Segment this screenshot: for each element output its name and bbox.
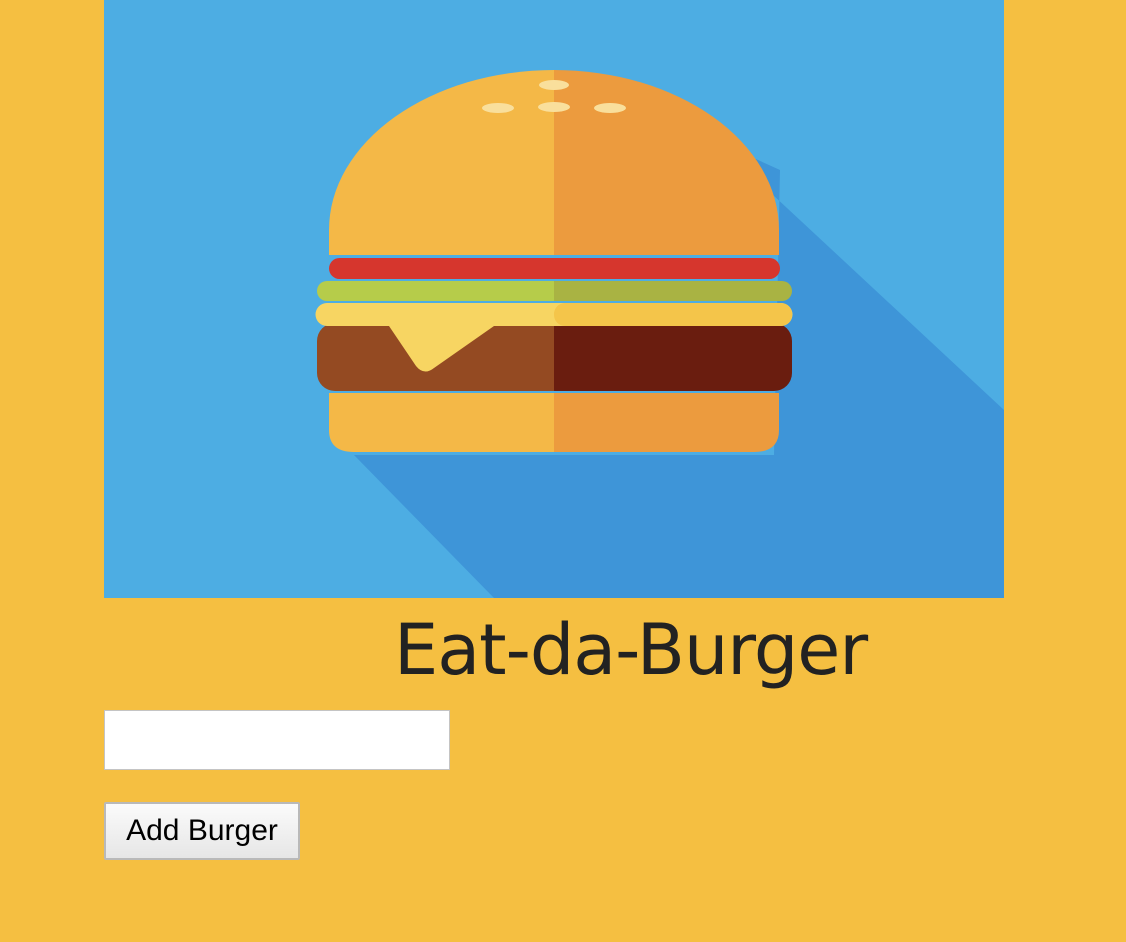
- bottom-bun: [329, 393, 779, 452]
- lettuce-layer: [317, 281, 792, 301]
- tomato-layer: [329, 258, 780, 279]
- add-burger-button[interactable]: Add Burger: [104, 802, 300, 860]
- burger-hero-image: [104, 0, 1004, 598]
- patty-layer: [317, 323, 792, 391]
- page-title: Eat-da-Burger: [394, 609, 868, 691]
- burger-name-input[interactable]: [104, 710, 450, 770]
